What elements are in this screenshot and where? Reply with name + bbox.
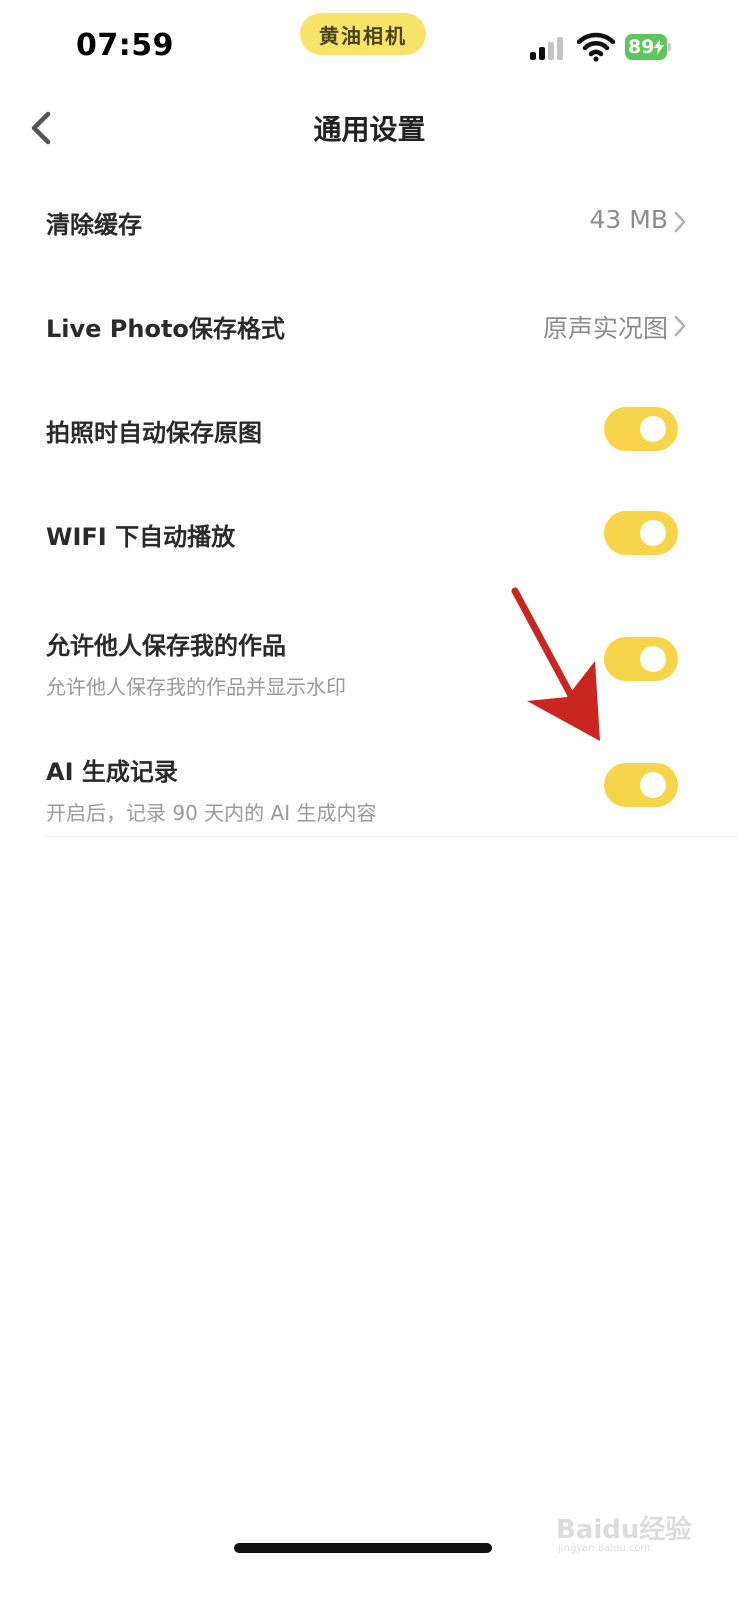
- allow-save-works-toggle[interactable]: [604, 637, 678, 681]
- toggle-knob: [640, 772, 666, 798]
- auto-save-original-toggle[interactable]: [604, 407, 678, 451]
- status-bar: 07:59 黄油相机 89: [0, 0, 739, 90]
- charging-bolt-icon: [654, 39, 665, 55]
- cache-size-value: 43 MB: [589, 205, 668, 234]
- app-name-pill: 黄油相机: [300, 13, 426, 55]
- battery-cap: [668, 43, 671, 51]
- chevron-right-icon: [674, 315, 686, 337]
- ai-history-description: 开启后，记录 90 天内的 AI 生成内容: [46, 801, 377, 825]
- watermark-subtext: jingyan.baidu.com: [557, 1543, 650, 1554]
- wifi-icon: [577, 32, 615, 62]
- toggle-knob: [640, 520, 666, 546]
- wifi-autoplay-row: WIFI 下自动播放: [46, 511, 686, 561]
- annotation-arrow-icon: [511, 587, 600, 741]
- toggle-knob: [640, 646, 666, 672]
- ai-history-label: AI 生成记录: [46, 758, 178, 786]
- wifi-autoplay-label: WIFI 下自动播放: [46, 523, 236, 551]
- battery-icon: 89: [625, 34, 671, 60]
- baidu-jingyan-watermark: Baidu经验 jingyan.baidu.com: [556, 1514, 691, 1554]
- clear-cache-row[interactable]: 清除缓存 43 MB: [46, 205, 686, 245]
- live-photo-format-row[interactable]: Live Photo保存格式 原声实况图: [46, 309, 686, 349]
- chevron-right-icon: [674, 211, 686, 233]
- battery-percent: 89: [628, 36, 655, 58]
- auto-save-original-row: 拍照时自动保存原图: [46, 407, 686, 457]
- watermark-text: Baidu经验: [556, 1514, 691, 1545]
- toggle-knob: [640, 416, 666, 442]
- home-indicator: [234, 1543, 492, 1553]
- auto-save-original-label: 拍照时自动保存原图: [46, 419, 262, 447]
- cellular-signal-icon: [530, 36, 566, 60]
- list-divider: [46, 836, 739, 837]
- status-time: 07:59: [76, 28, 174, 63]
- wifi-autoplay-toggle[interactable]: [604, 511, 678, 555]
- page-title: 通用设置: [313, 113, 426, 146]
- ai-history-row: AI 生成记录 开启后，记录 90 天内的 AI 生成内容: [46, 752, 686, 825]
- live-photo-format-value: 原声实况图: [542, 314, 668, 343]
- battery-level: 89: [625, 34, 667, 60]
- ai-history-toggle[interactable]: [604, 763, 678, 807]
